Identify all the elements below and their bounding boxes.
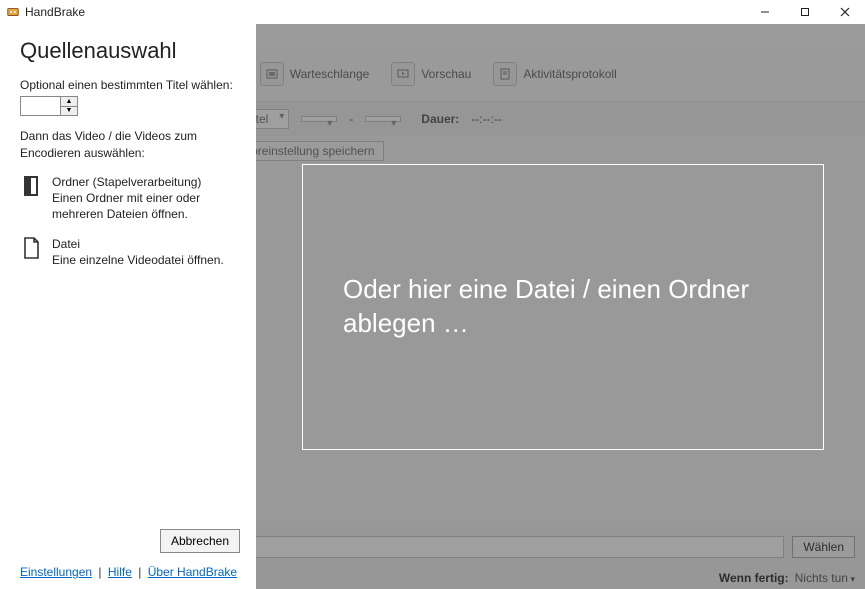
source-option-file[interactable]: Datei Eine einzelne Videodatei öffnen. <box>20 236 240 268</box>
activity-icon <box>493 62 517 86</box>
duration-value: --:--:-- <box>471 112 502 126</box>
file-option-title: Datei <box>52 236 224 252</box>
title-bar: HandBrake <box>0 0 865 24</box>
when-done-select[interactable]: Nichts tun ▾ <box>795 571 855 585</box>
window-title: HandBrake <box>25 5 745 19</box>
toolbar-preview-button[interactable]: Vorschau <box>385 58 477 90</box>
toolbar-queue-button[interactable]: Warteschlange <box>254 58 376 90</box>
duration-label: Dauer: <box>421 112 459 126</box>
select-source-label: Dann das Video / die Videos zum Encodier… <box>20 128 240 162</box>
source-option-folder[interactable]: Ordner (Stapelverarbeitung) Einen Ordner… <box>20 174 240 223</box>
toolbar-activity-button[interactable]: Aktivitätsprotokoll <box>487 58 622 90</box>
about-link[interactable]: Über HandBrake <box>148 565 237 579</box>
browse-button[interactable]: Wählen <box>792 536 855 558</box>
spinner-down-button[interactable]: ▼ <box>61 107 77 116</box>
range-start-select[interactable] <box>301 116 337 122</box>
help-link[interactable]: Hilfe <box>108 565 132 579</box>
cancel-button[interactable]: Abbrechen <box>160 529 240 553</box>
window-close-button[interactable] <box>825 0 865 24</box>
title-spinner-input[interactable] <box>20 96 60 116</box>
folder-option-desc: Einen Ordner mit einer oder mehreren Dat… <box>52 191 200 221</box>
window-minimize-button[interactable] <box>745 0 785 24</box>
source-selection-panel: Quellenauswahl Optional einen bestimmten… <box>0 24 256 589</box>
settings-link[interactable]: Einstellungen <box>20 565 92 579</box>
spinner-up-button[interactable]: ▲ <box>61 97 77 107</box>
folder-option-title: Ordner (Stapelverarbeitung) <box>52 174 240 190</box>
preview-icon <box>391 62 415 86</box>
queue-icon <box>260 62 284 86</box>
title-spinner[interactable]: ▲ ▼ <box>20 96 78 116</box>
drop-zone[interactable]: Oder hier eine Datei / einen Ordner able… <box>302 164 824 450</box>
file-icon <box>20 236 42 262</box>
range-end-select[interactable] <box>365 116 401 122</box>
panel-links: Einstellungen | Hilfe | Über HandBrake <box>20 565 240 579</box>
when-done-label: Wenn fertig: <box>719 571 789 585</box>
folder-icon <box>20 174 42 200</box>
file-option-desc: Eine einzelne Videodatei öffnen. <box>52 253 224 267</box>
panel-heading: Quellenauswahl <box>20 38 240 64</box>
drop-zone-text: Oder hier eine Datei / einen Ordner able… <box>303 273 823 341</box>
title-select-label: Optional einen bestimmten Titel wählen: <box>20 78 240 92</box>
window-maximize-button[interactable] <box>785 0 825 24</box>
app-logo-icon <box>6 5 20 19</box>
